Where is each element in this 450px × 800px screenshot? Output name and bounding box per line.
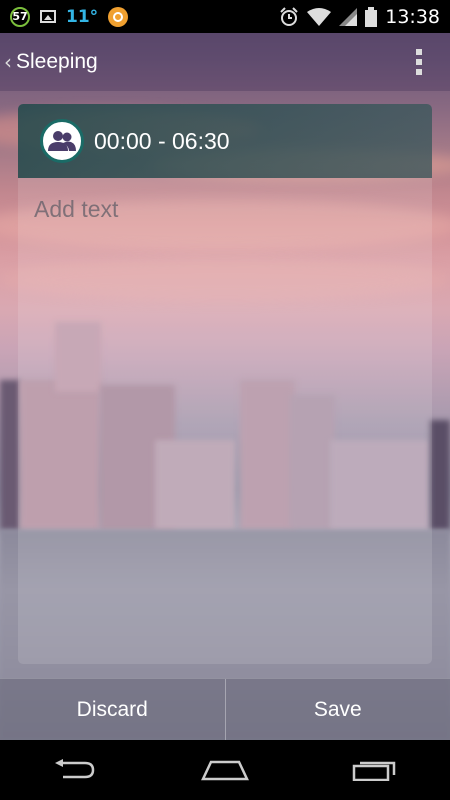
entry-card: 00:00 - 06:30 (18, 104, 432, 664)
text-input[interactable] (18, 178, 432, 664)
image-icon (40, 10, 56, 23)
action-bar: ‹ Sleeping (0, 33, 450, 91)
back-icon[interactable] (45, 750, 105, 790)
battery-icon (365, 6, 378, 27)
card-header: 00:00 - 06:30 (18, 104, 432, 178)
save-button[interactable]: Save (226, 679, 450, 741)
clock: 13:38 (385, 5, 440, 28)
status-bar: 57 11° 13:38 (0, 0, 450, 33)
chevron-left-icon[interactable]: ‹ (4, 50, 12, 74)
orange-app-icon (108, 6, 129, 27)
signal-icon (339, 7, 358, 26)
group-icon[interactable] (40, 119, 84, 163)
discard-button[interactable]: Discard (0, 679, 225, 741)
overflow-menu-icon[interactable] (416, 49, 422, 75)
wifi-icon (307, 7, 332, 26)
recents-icon[interactable] (345, 750, 405, 790)
notification-count: 57 (12, 10, 28, 23)
temperature: 11° (66, 6, 99, 27)
page-title[interactable]: Sleeping (16, 50, 98, 74)
alarm-icon (280, 6, 298, 26)
home-icon[interactable] (195, 750, 255, 790)
notification-badge-icon: 57 (10, 6, 30, 27)
button-bar: Discard Save (0, 678, 450, 741)
navigation-bar (0, 740, 450, 800)
time-range[interactable]: 00:00 - 06:30 (94, 128, 230, 155)
